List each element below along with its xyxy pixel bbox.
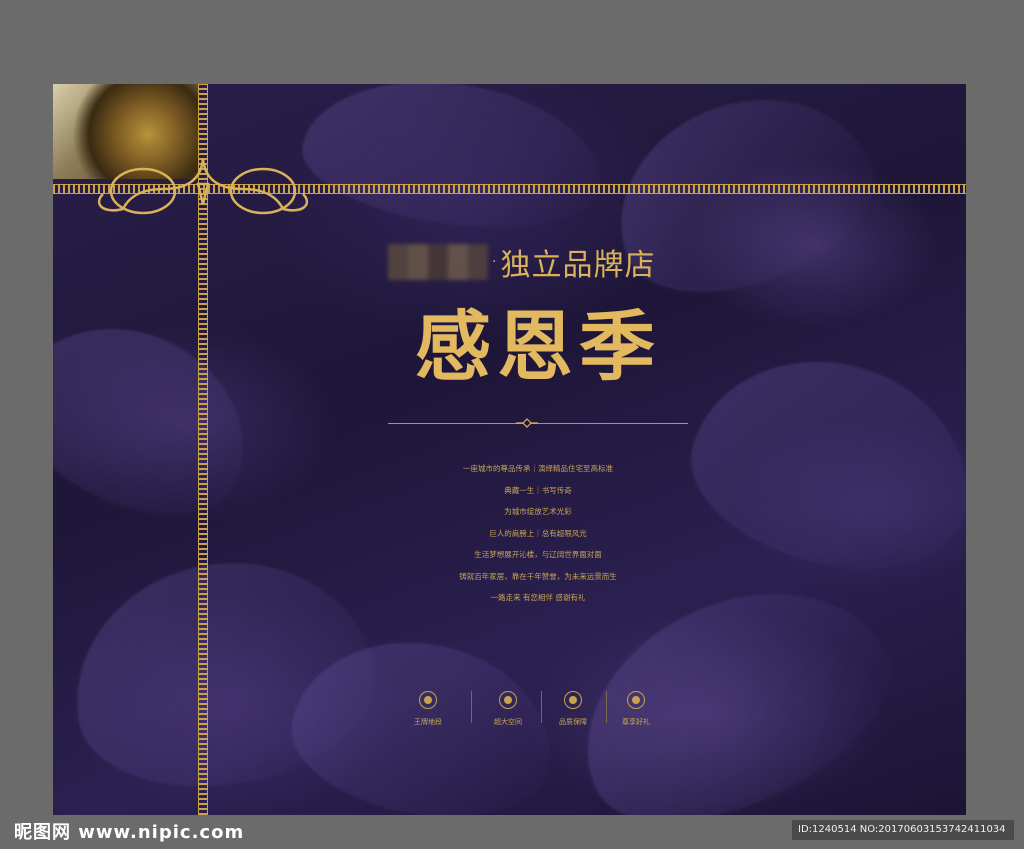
watermark-site-name: 昵图网 <box>14 822 71 843</box>
feature-divider <box>541 691 542 723</box>
copy-line: 为城市绽放艺术光彩 <box>504 507 572 516</box>
copy-line: 铸就百年家居，靠在千年赞誉，为未来远景而生 <box>459 571 617 581</box>
emblem-icon <box>564 691 582 709</box>
brand-subtitle: 独立品牌店 <box>500 248 656 283</box>
feature-item: 超大空间 <box>488 691 528 727</box>
feature-item: 尊享好礼 <box>616 691 656 727</box>
watermark-logo: 昵图网 www.nipic.com <box>14 818 244 844</box>
copy-line: 一路走来 有您相伴 感谢有礼 <box>490 593 586 602</box>
poster: · 独立品牌店 感恩季 一座城市的尊品传承｜演绎精品住宅至高标准 典藏一生｜书写… <box>53 84 966 815</box>
petal-decoration <box>671 331 966 597</box>
body-copy: 一座城市的尊品传承｜演绎精品住宅至高标准 典藏一生｜书写传奇 为城市绽放艺术光彩… <box>388 458 688 609</box>
petal-decoration <box>53 291 278 547</box>
petal-decoration <box>294 84 612 245</box>
brand-separator: · <box>492 254 497 270</box>
emblem-icon <box>419 691 437 709</box>
petal-decoration <box>590 84 896 324</box>
feature-item: 王牌地段 <box>408 691 448 727</box>
divider-ornament-icon <box>516 418 538 428</box>
page-title: 感恩季 <box>415 302 661 391</box>
copy-line: 一座城市的尊品传承｜演绎精品住宅至高标准 <box>463 464 613 473</box>
feature-divider <box>606 691 607 723</box>
gold-knot-ornament-icon <box>97 159 309 215</box>
feature-label: 品质保障 <box>559 718 587 726</box>
emblem-icon <box>627 691 645 709</box>
watermark-url: www.nipic.com <box>78 822 245 843</box>
brand-heading: · 独立品牌店 <box>388 242 656 283</box>
watermark-id: ID:1240514 NO:20170603153742411034 <box>792 820 1014 840</box>
redacted-brand-name <box>388 244 488 280</box>
feature-label: 王牌地段 <box>414 718 442 726</box>
copy-line: 生活梦想展开沁楼，与辽阔世界面对面 <box>474 550 602 559</box>
feature-label: 超大空间 <box>494 718 522 726</box>
copy-line: 巨人的肩膀上｜总有超限风光 <box>489 528 587 538</box>
emblem-icon <box>499 691 517 709</box>
feature-label: 尊享好礼 <box>622 718 650 726</box>
title-divider <box>388 423 688 424</box>
feature-item: 品质保障 <box>553 691 593 727</box>
feature-divider <box>471 691 472 723</box>
copy-line: 典藏一生｜书写传奇 <box>504 485 572 495</box>
